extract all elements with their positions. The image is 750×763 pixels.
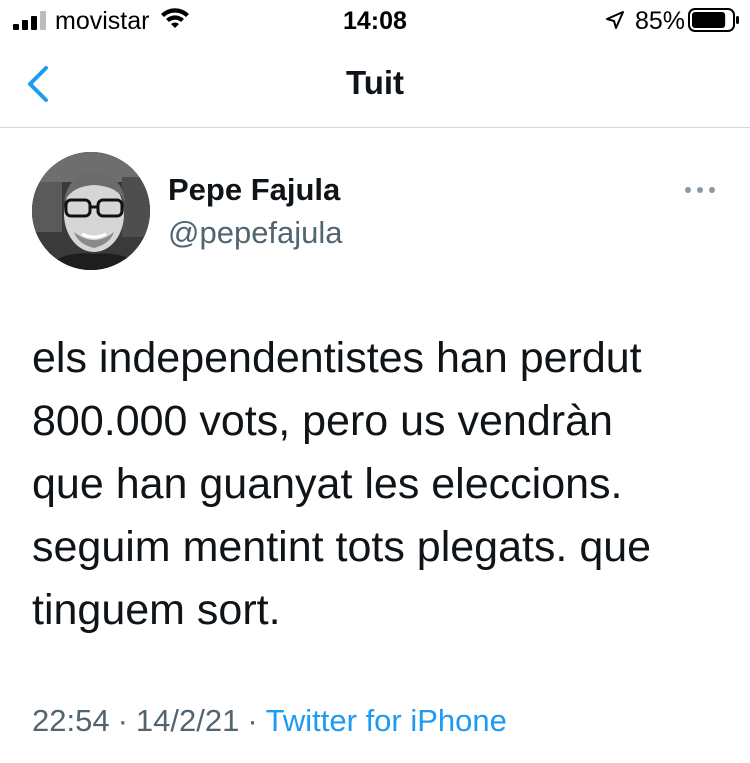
wifi-icon — [161, 8, 189, 28]
tweet-line: tinguem sort. — [32, 586, 281, 634]
tweet-line: els independentistes han perdut — [32, 334, 642, 382]
tweet-line: seguim mentint tots plegats. que — [32, 523, 652, 571]
battery-percent: 85% — [635, 7, 686, 35]
tweet-date: 14/2/21 — [135, 703, 240, 738]
tweet-time: 22:54 — [32, 703, 110, 738]
separator: · — [247, 703, 258, 738]
more-options-button[interactable] — [682, 178, 718, 202]
status-time: 14:08 — [343, 7, 407, 35]
tweet-line: que han guanyat les eleccions. — [32, 460, 623, 508]
display-name[interactable]: Pepe Fajula — [168, 172, 340, 208]
avatar-image — [32, 152, 150, 270]
user-handle[interactable]: @pepefajula — [168, 215, 343, 251]
tweet-text: els independentistes han perdut 800.000 … — [32, 327, 732, 642]
status-bar: movistar 14:08 85% — [0, 0, 750, 44]
avatar[interactable] — [32, 152, 150, 270]
battery-icon — [688, 8, 739, 32]
tweet-line: 800.000 vots, pero us vendràn — [32, 397, 613, 445]
page-title: Tuit — [345, 64, 405, 101]
separator: · — [117, 703, 128, 738]
tweet-meta: 22:54 · 14/2/21 · Twitter for iPhone — [32, 703, 507, 739]
more-horizontal-icon — [685, 187, 715, 193]
location-arrow-icon — [606, 11, 624, 29]
signal-icon — [13, 11, 46, 30]
nav-bar: Tuit — [0, 44, 750, 128]
tweet-source-link[interactable]: Twitter for iPhone — [266, 703, 507, 738]
carrier-label: movistar — [55, 7, 150, 35]
